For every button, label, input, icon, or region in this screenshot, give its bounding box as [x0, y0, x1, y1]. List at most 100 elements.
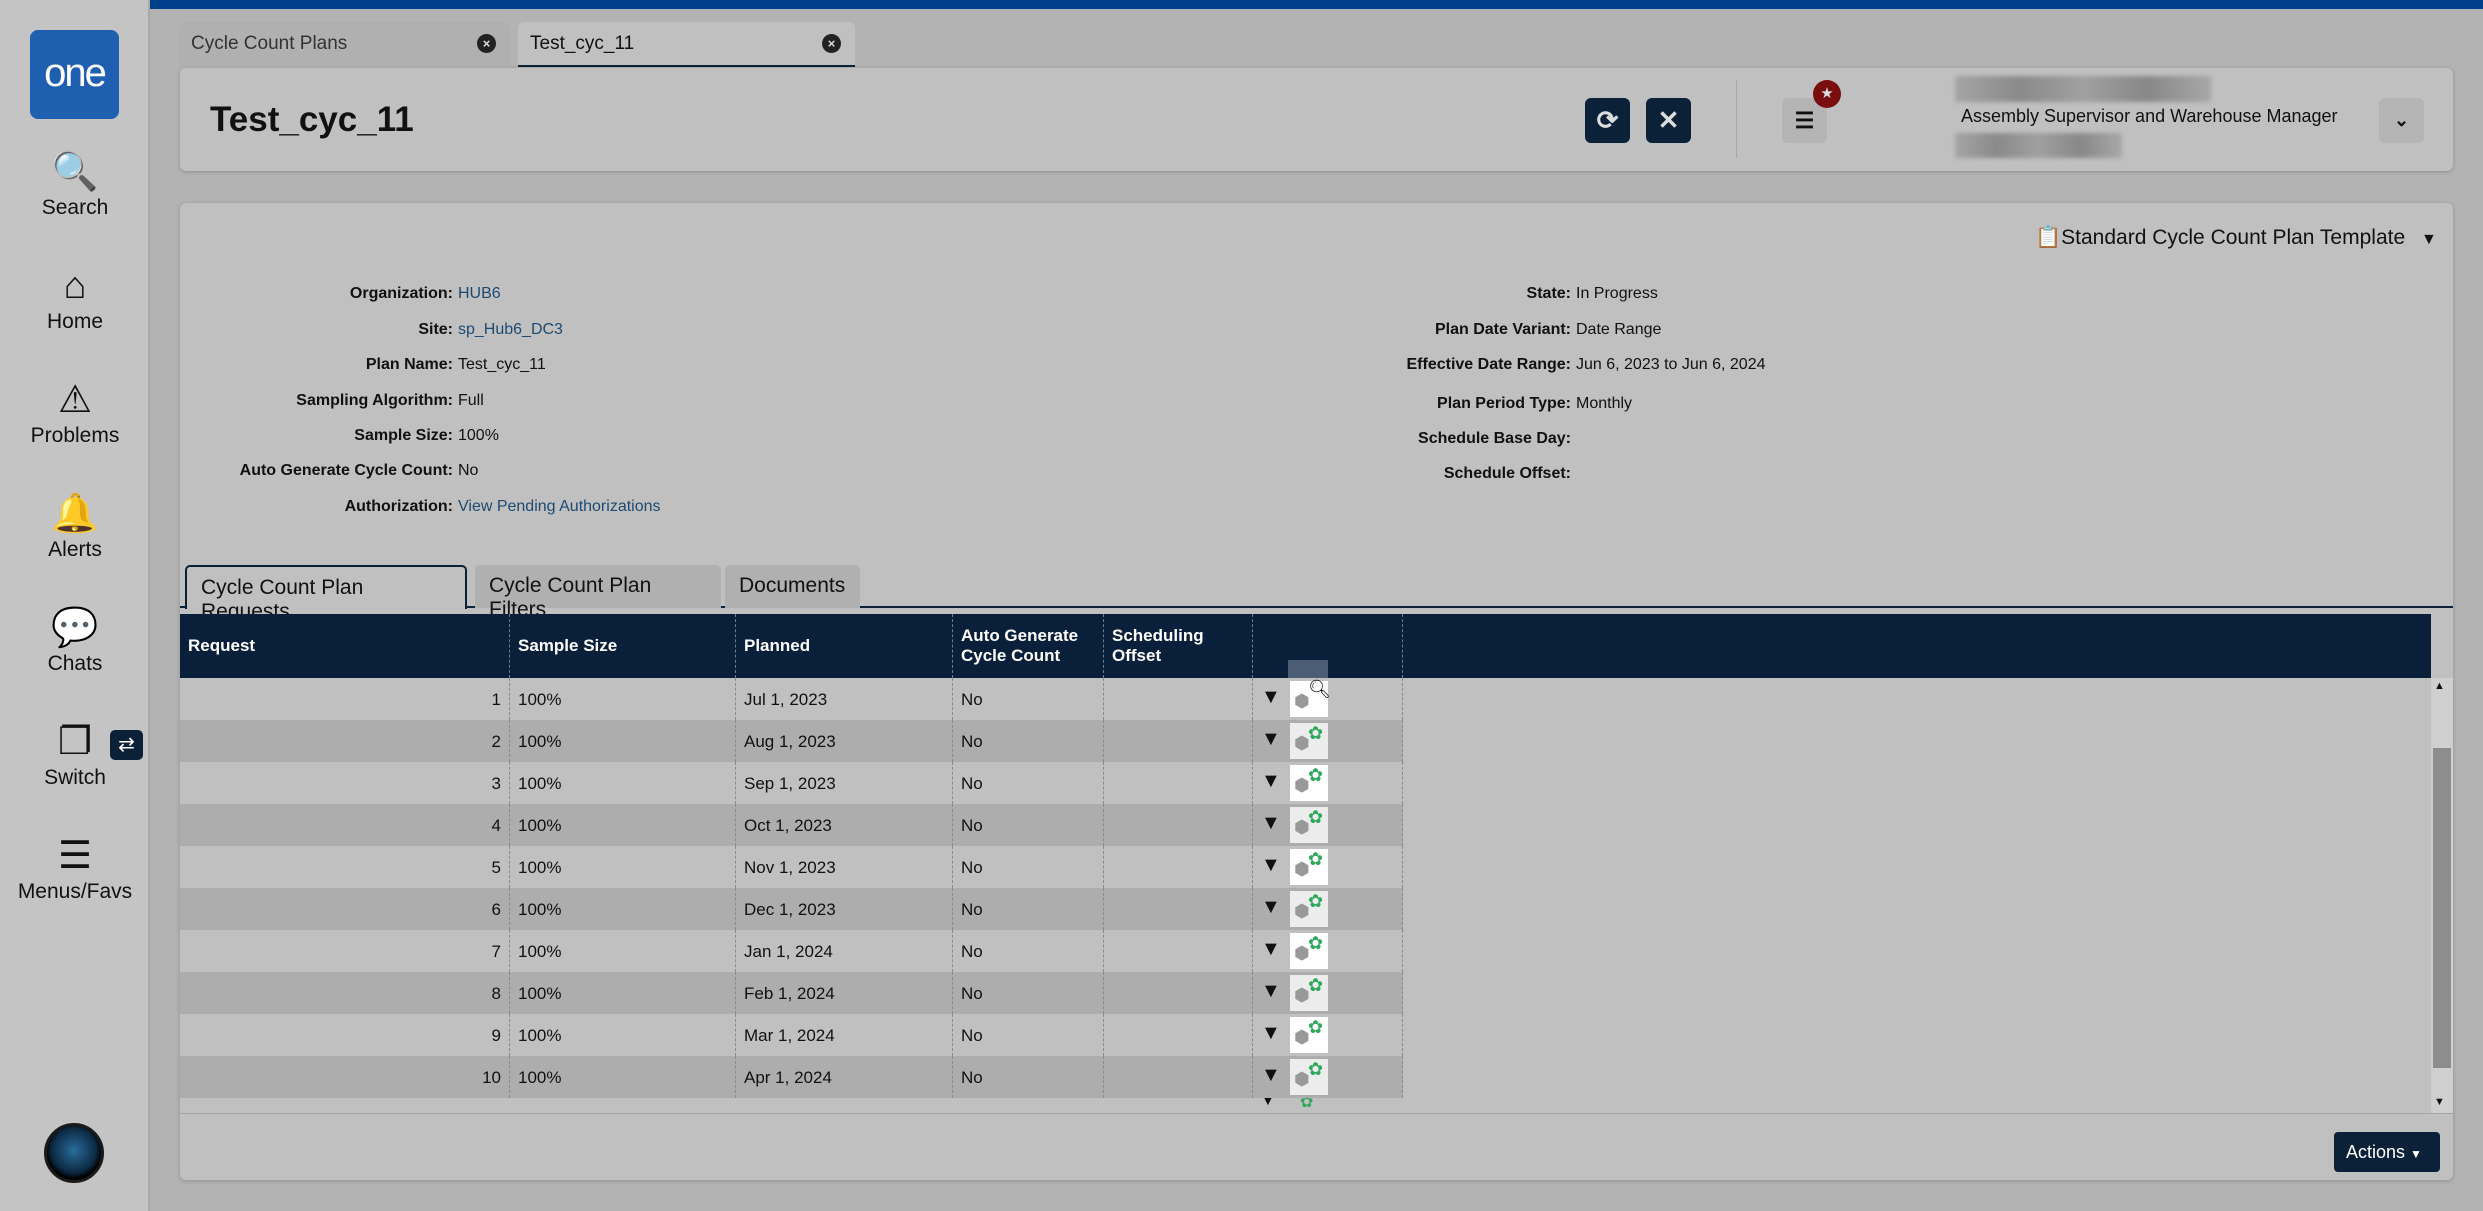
cell: 10	[180, 1056, 510, 1098]
template-selector[interactable]: 📋Standard Cycle Count Plan Template ▼	[2035, 226, 2437, 250]
filter-icon[interactable]: ▼	[1261, 938, 1281, 961]
column-highlight	[1288, 660, 1328, 678]
table-row[interactable]: 1 100% Jul 1, 2023 No ▼ ⬢ 🔍︎	[180, 678, 1403, 720]
cell: 4	[180, 804, 510, 846]
filter-icon[interactable]: ▼	[1261, 896, 1281, 919]
cell: 6	[180, 888, 510, 930]
divider	[1736, 80, 1737, 158]
cell: No	[953, 972, 1104, 1014]
table-row[interactable]: 6 100% Dec 1, 2023 No ▼ ⬢ ✿	[180, 888, 1403, 930]
scroll-up-icon[interactable]: ▲	[2434, 680, 2445, 692]
user-avatar[interactable]	[44, 1123, 104, 1183]
field-label: Schedule Base Day:	[1418, 430, 1571, 447]
actions-button[interactable]: Actions ▼	[2334, 1132, 2440, 1172]
partial-row: ▼ ✿	[180, 1098, 1403, 1113]
filter-icon[interactable]: ▼	[1261, 980, 1281, 1003]
generate-cycle-count-icon[interactable]: ⬢ ✿	[1290, 933, 1328, 969]
tab-documents[interactable]: Documents	[725, 565, 860, 608]
sidebar-item-problems[interactable]: ⚠ Problems	[0, 380, 150, 448]
sidebar-item-alerts[interactable]: 🔔 Alerts	[0, 494, 150, 562]
field-value[interactable]: View Pending Authorizations	[458, 498, 661, 516]
generate-cycle-count-icon[interactable]: ⬢ ✿	[1290, 765, 1328, 801]
table-row[interactable]: 10 100% Apr 1, 2024 No ▼ ⬢ ✿	[180, 1056, 1403, 1098]
col-planned[interactable]: Planned	[736, 614, 953, 678]
cell: Jul 1, 2023	[736, 678, 953, 720]
field-label: Sampling Algorithm:	[296, 392, 453, 409]
cell	[1104, 1056, 1253, 1098]
table-row[interactable]: 3 100% Sep 1, 2023 No ▼ ⬢ ✿	[180, 762, 1403, 804]
refresh-button[interactable]: ⟳	[1585, 98, 1630, 143]
close-tab-icon[interactable]: ×	[477, 34, 496, 53]
col-auto-generate[interactable]: Auto Generate Cycle Count	[953, 614, 1104, 678]
tab-cycle-count-plan-requests[interactable]: Cycle Count Plan Requests	[185, 565, 467, 623]
cell: No	[953, 762, 1104, 804]
field-value: Monthly	[1576, 395, 1633, 412]
table-row[interactable]: 4 100% Oct 1, 2023 No ▼ ⬢ ✿	[180, 804, 1403, 846]
field-label: Site:	[418, 321, 453, 338]
table-row[interactable]: 9 100% Mar 1, 2024 No ▼ ⬢ ✿	[180, 1014, 1403, 1056]
cell	[1104, 678, 1253, 720]
view-cycle-count-icon[interactable]: ⬢ 🔍︎	[1290, 679, 1331, 717]
search-icon: 🔍	[51, 151, 99, 193]
field-value[interactable]: HUB6	[458, 285, 501, 303]
table-row[interactable]: 2 100% Aug 1, 2023 No ▼ ⬢ ✿	[180, 720, 1403, 762]
cell	[1104, 888, 1253, 930]
filter-icon[interactable]: ▼	[1261, 686, 1281, 709]
field-value: Test_cyc_11	[458, 356, 546, 373]
tab-cycle-count-plans[interactable]: Cycle Count Plans ×	[179, 22, 510, 67]
field-label: Auto Generate Cycle Count:	[239, 462, 453, 479]
generate-cycle-count-icon[interactable]: ⬢ ✿	[1290, 849, 1328, 885]
generate-cycle-count-icon[interactable]: ⬢ ✿	[1290, 975, 1328, 1011]
table-row[interactable]: 5 100% Nov 1, 2023 No ▼ ⬢ ✿	[180, 846, 1403, 888]
user-dropdown-button[interactable]: ⌄	[2379, 98, 2424, 143]
scroll-thumb[interactable]	[2433, 748, 2451, 1068]
caret-down-icon: ▼	[2420, 231, 2437, 248]
cell	[1104, 972, 1253, 1014]
cell: Jan 1, 2024	[736, 930, 953, 972]
app-logo[interactable]: one	[30, 30, 119, 119]
sidebar-item-label: Home	[46, 310, 104, 333]
scrollbar[interactable]: ▲ ▼	[2431, 678, 2453, 1113]
field-label: Plan Name:	[365, 356, 453, 373]
scroll-down-icon[interactable]: ▼	[2434, 1096, 2445, 1108]
tab-test-cyc-11[interactable]: Test_cyc_11 ×	[518, 22, 855, 67]
filter-icon[interactable]: ▼	[1261, 728, 1281, 751]
sidebar-item-home[interactable]: ⌂ Home	[0, 266, 150, 334]
generate-cycle-count-icon[interactable]: ⬢ ✿	[1290, 723, 1328, 759]
sidebar-item-search[interactable]: 🔍 Search	[0, 152, 150, 220]
close-button[interactable]: ✕	[1646, 98, 1691, 143]
filter-icon[interactable]: ▼	[1261, 770, 1281, 793]
cell-actions: ▼ ⬢ ✿	[1253, 804, 1403, 846]
generate-cycle-count-icon[interactable]: ⬢ ✿	[1290, 1059, 1328, 1095]
cell: 100%	[510, 1056, 736, 1098]
col-scheduling-offset[interactable]: Scheduling Offset	[1104, 614, 1253, 678]
cell-actions: ▼ ⬢ ✿	[1253, 1014, 1403, 1056]
cell: 5	[180, 846, 510, 888]
sidebar-item-menus-favs[interactable]: ☰ Menus/Favs	[0, 836, 150, 904]
cell: Apr 1, 2024	[736, 1056, 953, 1098]
generate-cycle-count-icon[interactable]: ⬢ ✿	[1290, 891, 1328, 927]
sidebar-item-label: Problems	[30, 424, 120, 447]
cell: Sep 1, 2023	[736, 762, 953, 804]
filter-icon[interactable]: ▼	[1261, 812, 1281, 835]
generate-cycle-count-icon[interactable]: ⬢ ✿	[1290, 807, 1328, 843]
table-row[interactable]: 7 100% Jan 1, 2024 No ▼ ⬢ ✿	[180, 930, 1403, 972]
field-label: Schedule Offset:	[1443, 465, 1571, 482]
cell: 8	[180, 972, 510, 1014]
sidebar-item-chats[interactable]: 💬 Chats	[0, 608, 150, 676]
tab-cycle-count-plan-filters[interactable]: Cycle Count Plan Filters	[475, 565, 721, 621]
sidebar: one 🔍 Search ⌂ Home ⚠ Problems 🔔 Alerts 💬 Chats ❐ S…	[0, 0, 150, 1211]
cell-actions: ▼ ⬢ ✿	[1253, 972, 1403, 1014]
filter-icon[interactable]: ▼	[1261, 854, 1281, 877]
col-request[interactable]: Request	[180, 614, 510, 678]
table-row[interactable]: 8 100% Feb 1, 2024 No ▼ ⬢ ✿	[180, 972, 1403, 1014]
cell: Nov 1, 2023	[736, 846, 953, 888]
col-sample-size[interactable]: Sample Size	[510, 614, 736, 678]
cell: 2	[180, 720, 510, 762]
filter-icon[interactable]: ▼	[1261, 1022, 1281, 1045]
field-value[interactable]: sp_Hub6_DC3	[458, 321, 563, 339]
close-tab-icon[interactable]: ×	[822, 34, 841, 53]
filter-icon[interactable]: ▼	[1261, 1064, 1281, 1087]
generate-cycle-count-icon[interactable]: ⬢ ✿	[1290, 1017, 1328, 1053]
redacted-user-name	[1955, 76, 2211, 102]
